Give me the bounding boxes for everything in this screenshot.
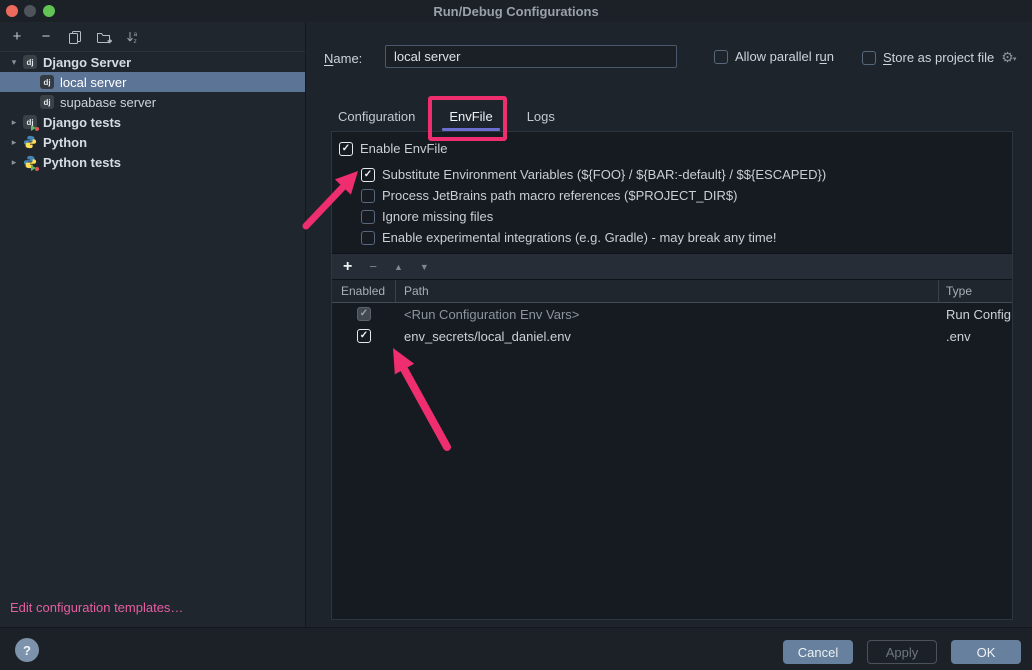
move-down-icon[interactable]: ▼ — [420, 262, 429, 272]
remove-env-file-icon[interactable]: − — [369, 259, 377, 274]
tree-item-local-server[interactable]: dj local server — [0, 72, 305, 92]
experimental-integrations-checkbox[interactable]: ✓ — [361, 231, 375, 245]
copy-configuration-icon[interactable] — [67, 29, 83, 45]
tab-logs[interactable]: Logs — [520, 101, 562, 131]
ignore-missing-files-option: ✓ Ignore missing files — [361, 209, 493, 224]
row-enabled-checkbox[interactable]: ✓ — [357, 329, 371, 343]
tree-item-django-tests[interactable]: ▸ dj Django tests — [0, 112, 305, 132]
dialog-footer: ? Cancel Apply OK — [0, 627, 1032, 670]
ok-button[interactable]: OK — [951, 640, 1021, 664]
sidebar-toolbar: + − a z — [0, 22, 305, 52]
configuration-detail-pane: Name: ✓ Allow parallel run ✓ Store as pr… — [307, 22, 1032, 627]
enable-envfile-checkbox[interactable]: ✓ — [339, 142, 353, 156]
allow-parallel-run-option: ✓ Allow parallel run — [714, 49, 834, 64]
new-folder-icon[interactable] — [96, 29, 112, 45]
column-header-enabled[interactable]: Enabled — [332, 280, 396, 302]
tree-item-django-server[interactable]: ▾ dj Django Server — [0, 52, 305, 72]
allow-parallel-run-label: Allow parallel run — [735, 49, 834, 64]
python-icon — [23, 135, 37, 149]
title-bar: Run/Debug Configurations — [0, 0, 1032, 22]
sort-alphabetically-icon[interactable]: a z — [125, 29, 141, 45]
help-icon[interactable]: ? — [15, 638, 39, 662]
test-marks-icon — [31, 125, 39, 131]
envfile-table-header: Enabled Path Type — [332, 280, 1012, 303]
substitute-env-vars-option: ✓ Substitute Environment Variables (${FO… — [361, 167, 826, 182]
dialog-title: Run/Debug Configurations — [0, 4, 1032, 19]
svg-text:z: z — [134, 38, 137, 44]
move-up-icon[interactable]: ▲ — [394, 262, 403, 272]
ignore-missing-files-checkbox[interactable]: ✓ — [361, 210, 375, 224]
enable-envfile-option: ✓ Enable EnvFile — [339, 141, 447, 156]
edit-configuration-templates-link[interactable]: Edit configuration templates… — [10, 600, 183, 615]
run-debug-configurations-dialog: Run/Debug Configurations + − — [0, 0, 1032, 670]
tree-item-python[interactable]: ▸ Python — [0, 132, 305, 152]
configurations-sidebar: + − a z — [0, 22, 306, 627]
svg-text:a: a — [134, 31, 138, 38]
gear-icon[interactable]: ⚙▾ — [1001, 49, 1017, 66]
process-path-macro-option: ✓ Process JetBrains path macro reference… — [361, 188, 737, 203]
test-marks-icon — [31, 165, 39, 171]
table-row-env-secrets-file[interactable]: ✓ env_secrets/local_daniel.env .env — [332, 325, 1012, 347]
row-enabled-checkbox: ✓ — [357, 307, 371, 321]
tree-item-python-tests[interactable]: ▸ Python tests — [0, 152, 305, 172]
column-header-path[interactable]: Path — [396, 280, 939, 302]
store-as-project-file-label: Store as project file — [883, 50, 994, 65]
django-icon: dj — [40, 75, 54, 89]
configuration-tabs: Configuration EnvFile Logs — [331, 101, 582, 131]
add-configuration-icon[interactable]: + — [9, 29, 25, 45]
add-env-file-icon[interactable]: + — [343, 258, 352, 276]
tree-item-supabase-server[interactable]: dj supabase server — [0, 92, 305, 112]
process-path-macro-checkbox[interactable]: ✓ — [361, 189, 375, 203]
python-tests-icon — [23, 155, 37, 169]
allow-parallel-run-checkbox[interactable]: ✓ — [714, 50, 728, 64]
envfile-table-toolbar: + − ▲ ▼ — [332, 253, 1012, 280]
envfile-tab-panel: ✓ Enable EnvFile ✓ Substitute Environmen… — [331, 131, 1013, 620]
cancel-button[interactable]: Cancel — [783, 640, 853, 664]
chevron-right-icon[interactable]: ▸ — [5, 157, 23, 168]
apply-button[interactable]: Apply — [867, 640, 937, 664]
tab-envfile[interactable]: EnvFile — [442, 101, 499, 131]
name-input[interactable] — [385, 45, 677, 68]
chevron-down-icon[interactable]: ▾ — [5, 57, 23, 68]
substitute-env-vars-checkbox[interactable]: ✓ — [361, 168, 375, 182]
chevron-right-icon[interactable]: ▸ — [5, 137, 23, 148]
remove-configuration-icon[interactable]: − — [38, 29, 54, 45]
django-icon: dj — [40, 95, 54, 109]
table-row-run-config-env-vars[interactable]: ✓ <Run Configuration Env Vars> Run Confi… — [332, 303, 1012, 325]
column-header-type[interactable]: Type — [939, 280, 1012, 302]
experimental-integrations-option: ✓ Enable experimental integrations (e.g.… — [361, 230, 777, 245]
store-as-project-file-checkbox[interactable]: ✓ — [862, 51, 876, 65]
chevron-right-icon[interactable]: ▸ — [5, 117, 23, 128]
django-icon: dj — [23, 55, 37, 69]
tab-configuration[interactable]: Configuration — [331, 101, 422, 131]
django-tests-icon: dj — [23, 115, 37, 129]
store-as-project-file-option: ✓ Store as project file ⚙▾ — [862, 49, 1017, 66]
name-label: Name: — [324, 51, 362, 66]
